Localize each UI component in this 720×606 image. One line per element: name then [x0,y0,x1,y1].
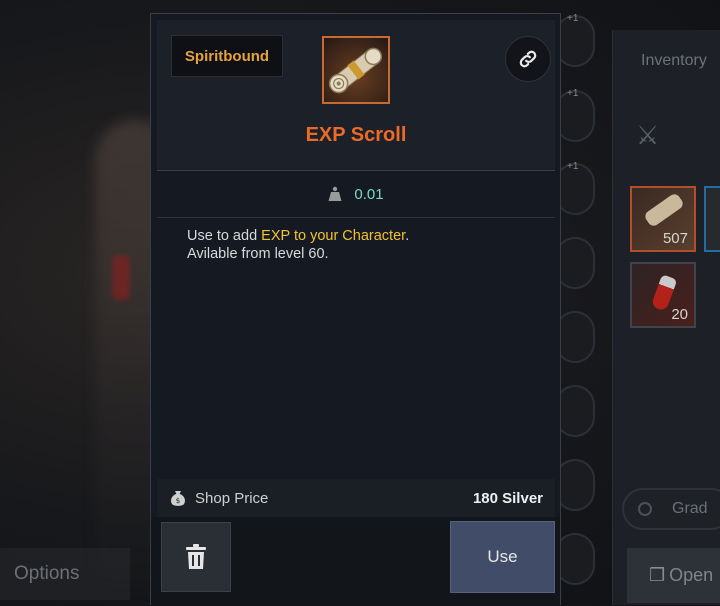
item-description: Use to add EXP to your Character. Avilab… [187,227,527,263]
equip-slot[interactable]: +1 [555,88,595,142]
options-button[interactable]: Options [0,548,130,600]
equip-slot[interactable] [555,385,595,437]
svg-text:$: $ [176,497,180,505]
open-label: Open [669,565,714,585]
item-name: EXP Scroll [305,124,407,146]
weight-value: 0.01 [354,185,384,203]
equip-slot[interactable]: +1 [555,13,595,67]
inventory-slot[interactable] [704,186,720,252]
crossed-swords-icon[interactable]: ⚔ [636,120,659,151]
discard-button[interactable] [161,522,231,592]
inventory-slot-potion[interactable]: 20 [630,262,696,328]
use-button[interactable]: Use [450,521,555,593]
trash-icon [186,544,206,569]
character-detail [112,255,130,300]
scroll-icon [643,191,685,229]
link-icon [519,50,537,68]
slot-quantity: 20 [671,306,688,323]
slot-quantity: 507 [662,230,688,247]
equip-slot[interactable] [555,237,595,289]
grade-filter[interactable]: Grad [622,488,720,530]
weight-row: 0.01 [157,171,555,218]
binding-badge: Spiritbound [171,35,283,77]
use-label: Use [487,547,518,566]
box-icon: ❒ [649,565,666,585]
inventory-slot-exp-scroll[interactable]: 507 [630,186,696,252]
weight-icon [328,186,342,201]
equip-slot[interactable] [555,311,595,363]
grade-label: Grad [672,500,708,517]
shop-price-row: $ Shop Price 180 Silver [157,479,555,517]
inventory-title: Inventory [641,52,707,69]
item-tooltip: Spiritbound EXP Scroll 0.01 Use to add E… [150,13,561,606]
money-bag-icon: $ [171,491,185,506]
link-button[interactable] [505,36,551,82]
grade-dot-icon [638,502,652,516]
equip-slot[interactable]: +1 [555,161,595,215]
tooltip-header: Spiritbound EXP Scroll [157,20,555,171]
equip-slot[interactable] [555,533,595,585]
description-highlight: EXP to your Character [261,228,406,244]
open-button[interactable]: ❒ Open [627,548,720,603]
shop-price-label: Shop Price [195,489,269,507]
shop-price-value: 180 Silver [472,489,543,507]
description-line-1: Use to add EXP to your Character. [187,228,410,244]
tooltip-actions: Use [151,517,560,606]
equip-slot[interactable] [555,459,595,511]
options-label: Options [14,563,80,584]
scroll-icon [322,36,390,104]
description-line-2: Avilable from level 60. [187,246,329,262]
